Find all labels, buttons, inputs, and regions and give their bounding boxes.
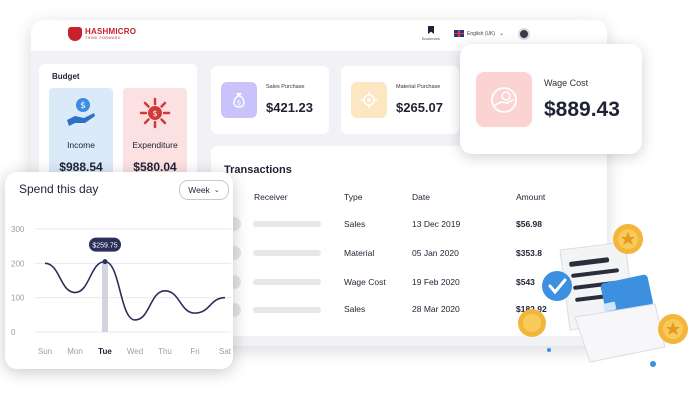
x-tick-label: Thu [158,347,172,356]
x-tick-label: Tue [98,347,112,356]
receiver-placeholder [253,250,321,256]
bookmark-icon [428,26,434,34]
material-purchase-label: Material Purchase [396,84,441,90]
spend-chart: 0 100 200 300 $259.75 Sun Mon Tue Wed Thu Fri Sat [11,225,232,356]
x-tick-label: Mon [67,347,83,356]
gear-icon [351,82,387,118]
brand-tagline: THINK FORWARD [85,35,121,40]
svg-text:$: $ [80,101,86,111]
column-header-date: Date [412,192,430,202]
coin-icon [658,314,688,344]
material-purchase-card[interactable]: Material Purchase $265.07 [341,66,459,134]
hand-coin-icon: $ [64,96,98,130]
y-tick-label: 0 [11,328,16,337]
chevron-down-icon: ⌄ [499,31,505,37]
row-date: 13 Dec 2019 [412,219,461,229]
sales-purchase-card[interactable]: $ Sales Purchase $421.23 [211,66,329,134]
coin-icon [518,309,546,337]
y-tick-label: 300 [11,225,25,234]
row-type: Wage Cost [344,277,386,287]
coins-hand-icon [476,72,532,127]
row-type: Material [344,248,375,258]
highlight-bar [102,261,108,332]
row-type: Sales [344,304,366,314]
brand-logo[interactable]: HASHMICRO THINK FORWARD [68,27,136,41]
bookmark-label: Bookmark [421,36,440,41]
language-label: English (UK) [467,30,496,37]
sparkle-dot [547,348,551,352]
tooltip-label: $259.75 [92,243,117,250]
spending-icon: $ [138,96,172,130]
expenditure-label: Expenditure [132,140,178,150]
material-purchase-value: $265.07 [396,100,443,115]
payment-illustration [518,224,688,367]
x-tick-label: Sun [38,347,52,356]
spend-chart-card: Spend this day Week ⌄ 0 100 200 300 $259.75 S… [5,172,233,369]
x-tick-label: Sat [219,347,232,356]
column-header-receiver: Receiver [254,192,288,202]
uk-flag-icon [454,30,464,37]
bookmark-button[interactable]: Bookmark [420,26,442,41]
sales-purchase-label: Sales Purchase [266,84,305,90]
row-date: 05 Jan 2020 [412,248,459,258]
x-tick-label: Wed [127,347,143,356]
receiver-placeholder [253,279,321,285]
language-selector[interactable]: English (UK) ⌄ [454,30,504,37]
receiver-placeholder [253,307,321,313]
row-date: 28 Mar 2020 [412,304,460,314]
x-tick-label: Fri [190,347,200,356]
budget-title: Budget [52,72,80,81]
check-badge-icon [542,271,572,301]
row-type: Sales [344,219,366,229]
coin-icon [613,224,643,254]
sales-purchase-value: $421.23 [266,100,313,115]
column-header-amount: Amount [516,192,546,202]
sparkle-dot [650,361,656,367]
brand-name: HASHMICRO [85,26,137,36]
wage-cost-value: $889.43 [544,98,620,121]
transactions-title: Transactions [224,164,292,176]
svg-text:$: $ [152,109,157,118]
y-tick-label: 100 [11,294,25,303]
row-date: 19 Feb 2020 [412,277,460,287]
column-header-type: Type [344,192,363,202]
logo-mark-icon [68,27,82,41]
income-label: Income [67,140,95,150]
avatar[interactable] [518,28,530,40]
wage-cost-label: Wage Cost [544,78,589,88]
wage-cost-card[interactable]: Wage Cost $889.43 [460,44,642,154]
y-tick-label: 200 [11,259,25,268]
money-bag-icon: $ [221,82,257,118]
data-point [102,259,108,265]
series-line [44,260,226,321]
svg-text:$: $ [237,99,241,107]
receiver-placeholder [253,221,321,227]
